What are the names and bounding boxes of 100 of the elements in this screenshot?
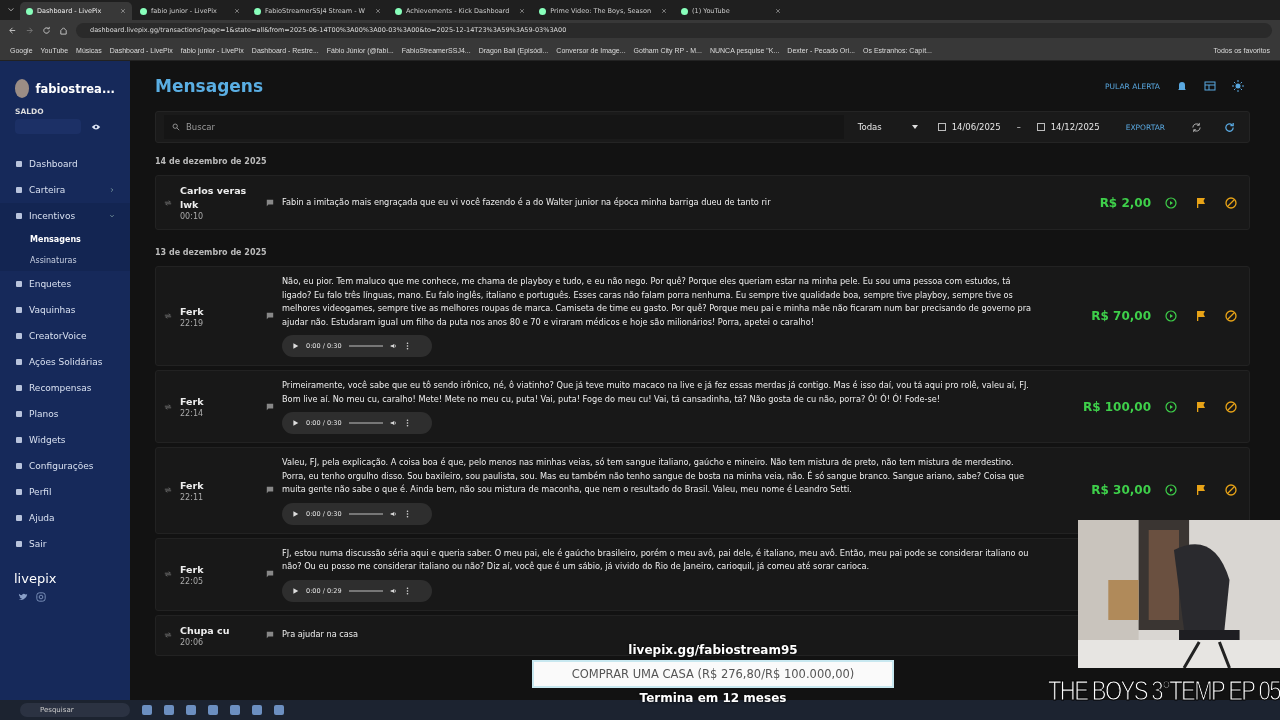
avatar — [15, 79, 30, 98]
sender-name: Ferk — [180, 304, 205, 319]
sidebar-item[interactable]: Perfil — [0, 479, 130, 505]
sidebar-item[interactable]: Planos — [0, 401, 130, 427]
sync-icon[interactable] — [1191, 121, 1202, 133]
goal-url: livepix.gg/fabiostream95 — [628, 643, 798, 657]
comment-icon — [266, 486, 274, 495]
volume-icon[interactable] — [389, 342, 397, 350]
favicon — [539, 7, 547, 15]
block-icon[interactable] — [1225, 484, 1237, 497]
sidebar-item[interactable]: Configurações — [0, 453, 130, 479]
taskbar-app-icon[interactable] — [164, 705, 174, 715]
message-time: 22:05 — [180, 576, 205, 586]
play-icon[interactable] — [292, 342, 299, 350]
close-icon[interactable] — [661, 8, 667, 14]
search-field[interactable]: Buscar — [164, 115, 844, 139]
flag-icon[interactable] — [1195, 400, 1207, 413]
home-icon[interactable] — [59, 25, 68, 35]
sidebar-item[interactable]: Ações Solidárias — [0, 349, 130, 375]
play-icon[interactable] — [292, 509, 299, 518]
status-dropdown[interactable]: Todas — [853, 122, 922, 132]
sidebar-item[interactable]: CreatorVoice — [0, 323, 130, 349]
play-icon[interactable] — [292, 586, 299, 595]
sender-name: Ferk — [180, 395, 205, 409]
range-separator: – — [1016, 122, 1021, 132]
block-icon[interactable] — [1225, 400, 1237, 413]
bell-icon[interactable] — [1176, 80, 1188, 92]
block-icon[interactable] — [1225, 196, 1237, 209]
refresh-icon[interactable] — [1224, 121, 1235, 133]
sidebar-item[interactable]: Vaquinhas — [0, 297, 130, 323]
message-time: 20:06 — [180, 637, 205, 647]
layout-icon[interactable] — [1204, 80, 1216, 92]
sidebar-subitem[interactable]: Mensagens — [0, 229, 130, 250]
menu-icon — [16, 333, 22, 339]
message-text: Valeu, FJ, pela explicação. A coisa boa é que, pelo menos nas minhas veias, só tem sangue italiano, gaúcho e mineiro. Não tem mistura de preto, não tem mistura de merdestino. Porra, eu tenho orgulho disso. Sou baxileiro, sou paulista, sou. Mas eu também não tenho sangue de bosta na minha veia, não. É só sangue branco. Sangue ariano, sabe? Coisa que muita gente não sabe o que é. Ainda bem, não sou mistura de maconha, que nem o resultado do Brasil. Valeu, meu nome é Leandro Setti. — [282, 456, 1025, 496]
sun-icon[interactable] — [1232, 80, 1244, 92]
sidebar-item[interactable]: Widgets — [0, 427, 130, 453]
volume-icon[interactable] — [389, 419, 397, 427]
sender-name: Carlos veras lwk — [180, 184, 248, 212]
taskbar-app-icon[interactable] — [208, 705, 218, 715]
play-icon[interactable] — [1165, 196, 1177, 209]
message-time: 22:14 — [180, 409, 205, 418]
sidebar-item[interactable]: Carteira — [0, 177, 130, 203]
donation-amount: R$ 2,00 — [1098, 195, 1151, 210]
reload-icon[interactable] — [42, 25, 51, 35]
menu-icon — [16, 489, 22, 495]
eye-icon[interactable] — [91, 122, 101, 131]
swap-icon — [164, 198, 172, 207]
taskbar-app-icon[interactable] — [230, 705, 240, 715]
sidebar-item[interactable]: Dashboard — [0, 151, 130, 177]
flag-icon[interactable] — [1195, 484, 1207, 497]
close-icon[interactable] — [775, 8, 781, 14]
bird-icon[interactable] — [18, 592, 28, 602]
comment-icon — [266, 312, 274, 320]
livepix-logo: livepix — [13, 570, 58, 588]
donation-amount: R$ 30,00 — [1090, 483, 1151, 498]
sidebar-item[interactable]: Ajuda — [0, 505, 130, 531]
chevron-icon[interactable] — [7, 6, 15, 14]
play-icon[interactable] — [1165, 484, 1177, 497]
date-heading: 13 de dezembro de 2025 — [155, 247, 268, 259]
flag-icon[interactable] — [1195, 196, 1207, 209]
taskbar-app-icon[interactable] — [186, 705, 196, 715]
comment-icon — [266, 402, 274, 411]
back-icon[interactable] — [8, 25, 17, 35]
menu-icon — [16, 307, 22, 313]
taskbar-app-icon[interactable] — [274, 705, 284, 715]
favicon — [395, 7, 403, 15]
play-icon[interactable] — [1165, 400, 1177, 413]
message-time: 22:19 — [180, 318, 205, 328]
sidebar-item[interactable]: Recompensas — [0, 375, 130, 401]
goal-deadline: Termina em 12 meses — [639, 691, 787, 705]
swap-icon — [164, 312, 172, 320]
volume-icon[interactable] — [389, 586, 397, 595]
comment-icon — [266, 570, 274, 578]
volume-icon[interactable] — [389, 509, 397, 518]
camera-icon[interactable] — [36, 592, 46, 602]
close-icon[interactable] — [375, 8, 382, 14]
close-icon[interactable] — [519, 8, 526, 14]
play-icon[interactable] — [1165, 310, 1177, 322]
goal-bar: COMPRAR UMA CASA (R$ 276,80/R$ 100.000,00) — [532, 660, 894, 688]
flag-icon[interactable] — [1195, 310, 1207, 322]
sidebar-item[interactable]: Enquetes — [0, 271, 130, 297]
menu-icon — [16, 281, 22, 287]
user-name: fabiostrea... — [35, 81, 115, 96]
message-text: FJ, estou numa discussão séria aqui e queria saber. O meu pai, ele é gaúcho brasileiro, porém o meu avô, pai dele, é italiano, meu avô. Então, meu pai pode se considerar italiano ou não? Ou eu posso me considerar italiano ou não? Diz aí, você que é um sábio, já vivido do Rio de Janeiro, carioquil, já comeu até sorar carioca. — [282, 546, 1030, 573]
sidebar-item[interactable]: Sair — [0, 531, 130, 557]
play-icon[interactable] — [292, 419, 299, 427]
swap-icon — [164, 486, 172, 495]
menu-icon — [16, 541, 22, 547]
menu-icon — [16, 411, 22, 417]
sidebar-subitem[interactable]: Assinaturas — [0, 250, 130, 271]
menu-icon — [16, 187, 22, 193]
date-field[interactable]: 14/06/2025 — [931, 122, 1007, 132]
block-icon[interactable] — [1225, 310, 1237, 322]
close-icon[interactable] — [234, 8, 240, 14]
taskbar-app-icon[interactable] — [142, 705, 152, 715]
sidebar-item[interactable]: Incentivos — [0, 203, 130, 229]
date-field[interactable]: 14/12/2025 — [1030, 122, 1106, 132]
taskbar-app-icon[interactable] — [252, 705, 262, 715]
close-icon[interactable] — [120, 8, 126, 14]
